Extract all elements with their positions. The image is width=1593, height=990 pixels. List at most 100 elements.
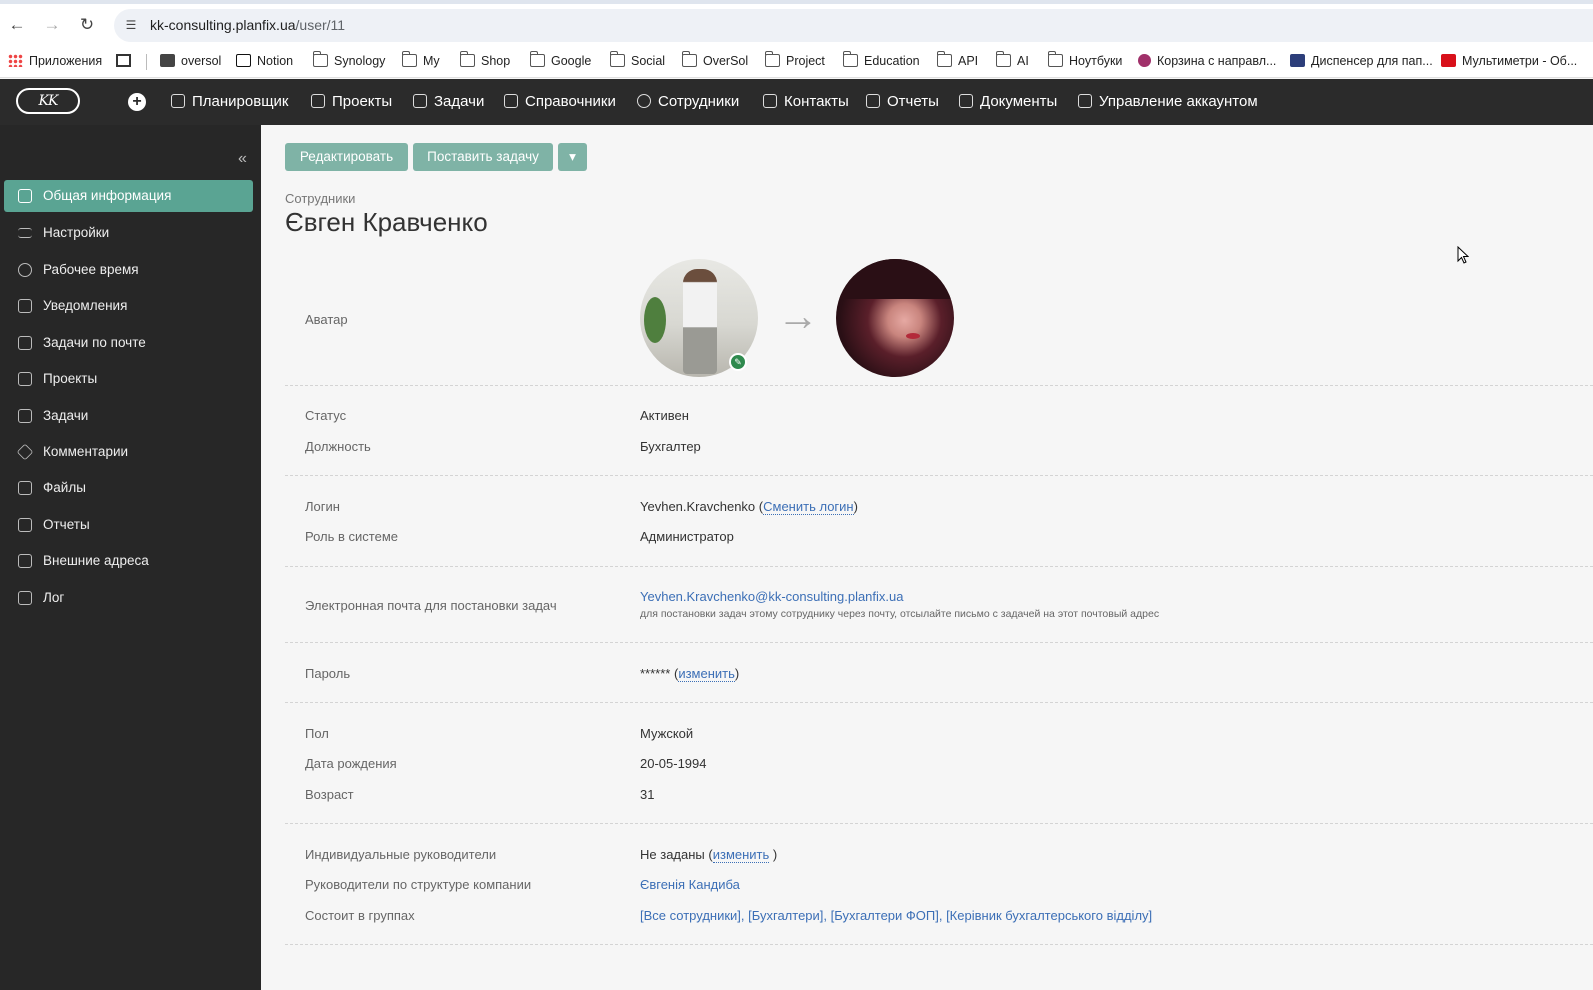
nav-label: Документы [980, 93, 1058, 110]
bookmark-label: Project [786, 54, 825, 68]
files-icon [18, 481, 32, 495]
bookmark-notebooks[interactable]: Ноутбуки [1047, 51, 1122, 70]
folder-icon [1047, 51, 1063, 67]
bookmark-my[interactable]: My [401, 51, 440, 70]
nav-projects[interactable]: Проекты [311, 92, 392, 112]
url-host: kk-consulting.planfix.ua [150, 17, 296, 33]
folder-icon [312, 51, 328, 67]
sidebar-item-reports[interactable]: Отчеты [4, 509, 253, 541]
sidebar-item-working-time[interactable]: Рабочее время [4, 254, 253, 286]
sidebar-item-external-addresses[interactable]: Внешние адреса [4, 545, 253, 577]
more-actions-dropdown[interactable]: ▾ [558, 143, 587, 171]
folder-icon [681, 51, 697, 67]
assign-task-button[interactable]: Поставить задачу [413, 143, 553, 171]
breadcrumb[interactable]: Сотрудники [285, 191, 355, 206]
bookmark-api[interactable]: API [936, 51, 978, 70]
change-login-link[interactable]: Сменить логин [763, 499, 854, 515]
planner-icon [171, 94, 185, 108]
address-bar[interactable]: ☰ kk-consulting.planfix.ua/user/11 [114, 9, 1593, 42]
nav-account-management[interactable]: Управление аккаунтом [1078, 92, 1258, 112]
bookmark-social[interactable]: Social [609, 51, 665, 70]
bookmark-label: Приложения [29, 54, 103, 68]
url-text[interactable]: kk-consulting.planfix.ua/user/11 [150, 17, 345, 33]
bookmark-shop[interactable]: Shop [459, 51, 510, 70]
bookmark-notion[interactable]: Notion [236, 52, 293, 70]
edit-button[interactable]: Редактировать [285, 143, 408, 171]
edit-avatar-icon[interactable]: ✎ [729, 353, 747, 371]
back-icon[interactable]: ← [6, 14, 28, 36]
bookmark-label: Synology [334, 54, 386, 68]
sidebar-item-notifications[interactable]: Уведомления [4, 290, 253, 322]
site-icon [160, 54, 175, 67]
bookmark-basket[interactable]: Корзина с направл... [1138, 52, 1276, 70]
bookmark-label: AI [1017, 54, 1029, 68]
site-icon [1290, 54, 1305, 67]
structure-manager-link[interactable]: Євгенія Кандиба [640, 877, 740, 892]
folder-icon [401, 51, 417, 67]
add-icon[interactable]: + [128, 93, 146, 111]
sidebar-item-log[interactable]: Лог [4, 582, 253, 614]
nav-directories[interactable]: Справочники [504, 92, 616, 112]
avatar-hair [836, 259, 954, 299]
log-icon [18, 591, 32, 605]
sidebar-item-projects[interactable]: Проекты [4, 363, 253, 395]
new-avatar[interactable] [836, 259, 954, 377]
groups-links[interactable]: [Все сотрудники], [Бухгалтери], [Бухгалт… [640, 908, 1152, 923]
site-icon [1441, 54, 1456, 67]
collapse-sidebar-icon[interactable]: « [238, 150, 247, 168]
age-value: 31 [640, 787, 655, 802]
login-value-row: Yevhen.Kravchenko (Сменить логин) [640, 499, 858, 515]
sidebar-item-label: Файлы [43, 480, 86, 495]
reload-icon[interactable]: ↻ [76, 14, 98, 36]
sidebar-item-tasks[interactable]: Задачи [4, 400, 253, 432]
gender-label: Пол [305, 726, 329, 741]
password-label: Пароль [305, 666, 351, 681]
sidebar-item-label: Лог [43, 590, 65, 605]
nav-reports[interactable]: Отчеты [866, 92, 939, 112]
password-value-row: ****** (изменить) [640, 666, 740, 682]
sidebar-item-general-info[interactable]: Общая информация [4, 180, 253, 212]
bookmark-google[interactable]: Google [529, 51, 592, 70]
sidebar: « Общая информация Настройки Рабочее вре… [0, 125, 261, 990]
avatar-figure [683, 269, 717, 374]
nav-label: Контакты [784, 93, 849, 110]
browser-toolbar: ← → ↻ ☰ kk-consulting.planfix.ua/user/11 [0, 0, 1593, 44]
task-email-link[interactable]: Yevhen.Kravchenko@kk-consulting.planfix.… [640, 589, 904, 604]
site-settings-icon[interactable]: ☰ [122, 16, 140, 34]
bookmark-multimeters[interactable]: Мультиметри - Об... [1441, 52, 1577, 70]
nav-employees[interactable]: Сотрудники [637, 92, 739, 112]
sidebar-item-label: Задачи [43, 408, 89, 423]
sidebar-item-files[interactable]: Файлы [4, 472, 253, 504]
bookmark-apps[interactable]: Приложения [8, 52, 102, 70]
bookmark-dispenser[interactable]: Диспенсер для пап... [1290, 52, 1433, 70]
employees-icon [637, 94, 651, 108]
bookmark-grid[interactable] [116, 52, 137, 70]
nav-documents[interactable]: Документы [959, 92, 1057, 112]
nav-label: Задачи [434, 93, 485, 110]
groups-label: Состоит в группах [305, 908, 415, 923]
bookmark-ai[interactable]: AI [995, 51, 1029, 70]
sidebar-item-comments[interactable]: Комментарии [4, 436, 253, 468]
bookmark-oversol[interactable]: oversol [160, 52, 221, 70]
logo[interactable]: KK [16, 88, 80, 114]
divider [285, 823, 1593, 824]
change-managers-link[interactable]: изменить [712, 847, 770, 863]
sidebar-item-label: Комментарии [43, 444, 129, 459]
sidebar-item-mail-tasks[interactable]: Задачи по почте [4, 327, 253, 359]
sidebar-item-label: Отчеты [43, 517, 90, 532]
mail-task-icon [18, 336, 32, 350]
bookmark-label: Google [551, 54, 592, 68]
bookmark-synology[interactable]: Synology [312, 51, 386, 70]
nav-tasks[interactable]: Задачи [413, 92, 484, 112]
bookmark-education[interactable]: Education [842, 51, 920, 70]
bookmark-label: Education [864, 54, 920, 68]
nav-contacts[interactable]: Контакты [763, 92, 849, 112]
change-password-link[interactable]: изменить [678, 666, 735, 682]
nav-planner[interactable]: Планировщик [171, 92, 288, 112]
bookmark-oversol-folder[interactable]: OverSol [681, 51, 748, 70]
sidebar-item-settings[interactable]: Настройки [4, 217, 253, 249]
role-label: Роль в системе [305, 529, 398, 544]
bookmark-project[interactable]: Project [764, 51, 825, 70]
folder-icon [936, 51, 952, 67]
forward-icon[interactable]: → [41, 14, 63, 36]
